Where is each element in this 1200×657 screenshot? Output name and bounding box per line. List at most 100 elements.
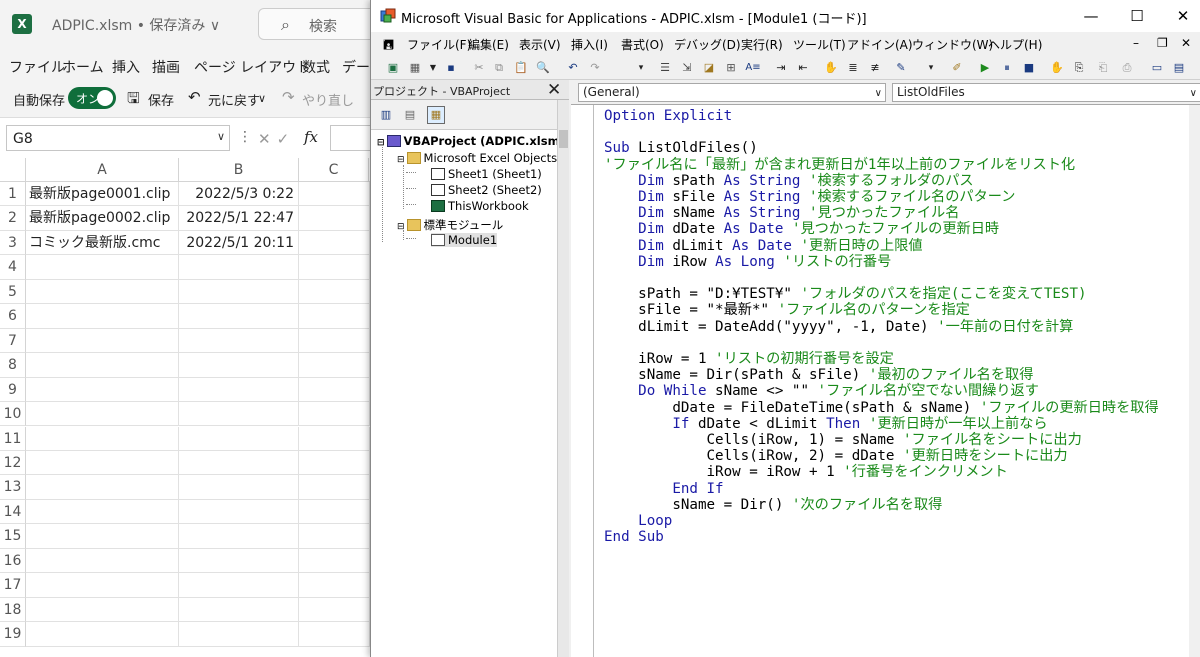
tab-formulas[interactable]: 数式 — [302, 57, 330, 77]
chevron-down-icon[interactable]: ∨ — [875, 85, 882, 102]
tree-item-sheet1[interactable]: Sheet1 (Sheet1) — [431, 167, 542, 181]
row-header[interactable]: 1 — [0, 182, 26, 207]
cell[interactable]: 最新版page0001.clip — [26, 182, 179, 207]
mdi-close-button[interactable]: ✕ — [1181, 36, 1191, 50]
cell[interactable] — [299, 255, 370, 280]
menu-addins[interactable]: アドイン(A) — [847, 36, 913, 53]
cell[interactable] — [179, 328, 299, 354]
toggle-folders-icon[interactable]: ▦ — [427, 106, 445, 124]
menu-debug[interactable]: デバッグ(D) — [674, 36, 741, 53]
cell[interactable] — [299, 622, 370, 647]
column-header-c[interactable]: C — [299, 158, 369, 182]
outdent-icon[interactable]: ⇤ — [795, 60, 811, 76]
row-header[interactable]: 6 — [0, 304, 26, 329]
code-line[interactable]: 'ファイル名に「最新」が含まれ更新日が1年以上前のファイルをリスト化 — [604, 157, 1075, 173]
save-icon[interactable]: ▪ — [443, 60, 459, 76]
toolbar-overflow-icon-2[interactable]: ▾ — [923, 60, 939, 76]
menu-view[interactable]: 表示(V) — [519, 36, 561, 53]
object-combo[interactable]: (General) ∨ — [578, 83, 886, 102]
workbook-filename[interactable]: ADPIC.xlsm • 保存済み ∨ — [52, 15, 220, 35]
cell[interactable] — [26, 279, 179, 305]
cell[interactable]: 2022/5/1 22:47 — [179, 206, 299, 231]
row-header[interactable]: 5 — [0, 279, 26, 305]
list-constants-icon[interactable]: ⇲ — [679, 60, 695, 76]
cell[interactable] — [179, 548, 299, 574]
cell[interactable] — [299, 524, 370, 549]
toggle-breakpoint-icon[interactable]: ✋ — [823, 60, 839, 76]
code-line[interactable]: Do While sName <> "" 'ファイル名が空でない間繰り返す — [604, 383, 1039, 399]
row-header[interactable]: 19 — [0, 622, 26, 647]
code-editor[interactable]: Option Explicit Sub ListOldFiles() 'ファイル名に… — [571, 104, 1200, 657]
more-icon[interactable]: ⋮ — [238, 129, 252, 145]
select-all-corner[interactable] — [0, 158, 26, 182]
list-properties-icon[interactable]: ☰ — [657, 60, 673, 76]
row-header[interactable]: 11 — [0, 426, 26, 451]
cell[interactable] — [26, 450, 179, 476]
tab-draw[interactable]: 描画 — [152, 57, 180, 77]
toggle-bookmark-icon[interactable]: ✎ — [893, 60, 909, 76]
cell[interactable] — [299, 328, 370, 354]
cell[interactable]: 2022/5/3 0:22 — [179, 182, 299, 207]
cell[interactable] — [179, 622, 299, 647]
menu-format[interactable]: 書式(O) — [621, 36, 664, 53]
code-line[interactable]: Dim sFile As String '検索するファイル名のパターン — [604, 189, 1015, 205]
cell[interactable] — [26, 377, 179, 403]
mdi-restore-button[interactable]: ❐ — [1157, 36, 1168, 50]
cell[interactable] — [299, 597, 370, 623]
code-line[interactable]: End Sub — [604, 529, 664, 545]
cell[interactable] — [299, 377, 370, 403]
menu-window[interactable]: ウィンドウ(W) — [912, 36, 993, 53]
code-line[interactable]: Cells(iRow, 2) = dDate '更新日時をシートに出力 — [604, 448, 1067, 464]
name-box[interactable]: G8 ∨ — [6, 125, 230, 151]
step-out-icon[interactable]: ⎙ — [1119, 60, 1135, 76]
row-header[interactable]: 3 — [0, 230, 26, 256]
redo-icon[interactable]: ↷ — [587, 60, 603, 76]
menu-insert[interactable]: 挿入(I) — [571, 36, 608, 53]
undo-button[interactable]: 元に戻す — [208, 90, 260, 109]
row-header[interactable]: 18 — [0, 597, 26, 623]
code-line[interactable]: End If — [604, 481, 723, 497]
maximize-button[interactable]: ☐ — [1115, 4, 1159, 28]
row-header[interactable]: 4 — [0, 255, 26, 280]
cell[interactable] — [299, 402, 370, 427]
row-header[interactable]: 17 — [0, 573, 26, 598]
step-into-icon[interactable]: ⎘ — [1071, 60, 1087, 76]
row-header[interactable]: 8 — [0, 353, 26, 378]
parameter-info-icon[interactable]: ⊞ — [723, 60, 739, 76]
code-line[interactable]: iRow = 1 'リストの初期行番号を設定 — [604, 351, 894, 367]
cell[interactable]: 2022/5/1 20:11 — [179, 230, 299, 256]
cell[interactable] — [299, 279, 370, 305]
code-line[interactable]: Dim iRow As Long 'リストの行番号 — [604, 254, 891, 270]
view-object-icon[interactable]: ▤ — [401, 106, 419, 124]
view-code-icon[interactable]: ▥ — [377, 106, 395, 124]
reset-icon[interactable]: ■ — [1021, 60, 1037, 76]
view-excel-icon[interactable]: ▣ — [385, 60, 401, 76]
tree-item-excel-objects[interactable]: ⊟ Microsoft Excel Objects — [397, 151, 557, 165]
code-line[interactable]: Option Explicit — [604, 108, 732, 124]
code-line[interactable]: sName = Dir(sPath & sFile) '最初のファイル名を取得 — [604, 367, 1033, 383]
cell[interactable] — [179, 426, 299, 451]
cell[interactable] — [179, 353, 299, 378]
cell[interactable] — [179, 279, 299, 305]
cell[interactable] — [26, 353, 179, 378]
row-header[interactable]: 16 — [0, 548, 26, 574]
code-line[interactable]: Dim dLimit As Date '更新日時の上限値 — [604, 238, 922, 254]
menu-help[interactable]: ヘルプ(H) — [988, 36, 1042, 53]
cell[interactable] — [26, 328, 179, 354]
tab-home[interactable]: ホーム — [62, 57, 104, 77]
code-line[interactable]: iRow = iRow + 1 '行番号をインクリメント — [604, 464, 1007, 480]
code-line[interactable]: Loop — [604, 513, 672, 529]
menu-file[interactable]: ファイル(F) — [407, 36, 471, 53]
cell[interactable] — [299, 548, 370, 574]
menu-tools[interactable]: ツール(T) — [793, 36, 846, 53]
code-line[interactable]: Cells(iRow, 1) = sName 'ファイル名をシートに出力 — [604, 432, 1081, 448]
cell[interactable] — [26, 548, 179, 574]
cell[interactable] — [299, 499, 370, 525]
save-button[interactable]: 保存 — [148, 90, 174, 109]
locals-window-icon[interactable]: ▭ — [1149, 60, 1165, 76]
minimize-button[interactable]: — — [1069, 4, 1113, 28]
code-line[interactable]: Sub ListOldFiles() — [604, 140, 758, 156]
collapse-icon[interactable]: ⊟ — [377, 138, 385, 148]
tree-item-sheet2[interactable]: Sheet2 (Sheet2) — [431, 183, 542, 197]
cell[interactable] — [299, 450, 370, 476]
